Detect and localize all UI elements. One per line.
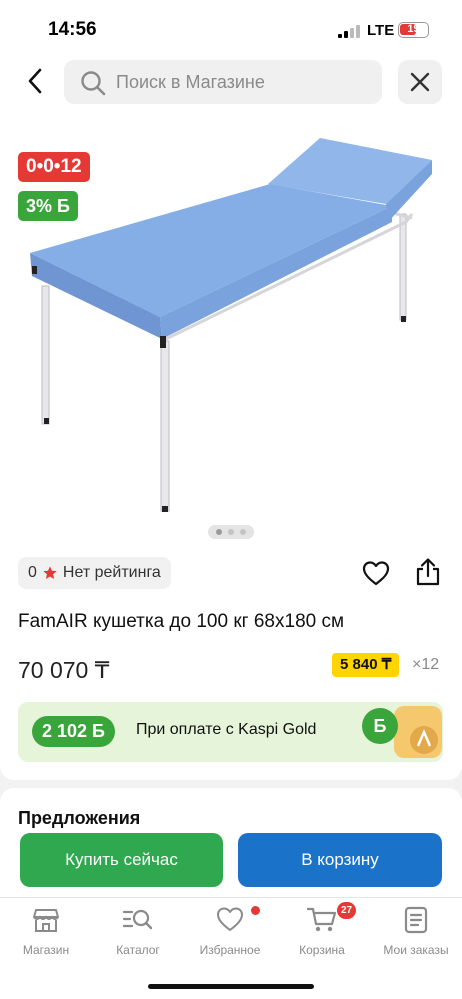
share-icon [416, 558, 440, 586]
star-icon [43, 566, 57, 579]
kaspi-gold-illustration [394, 706, 442, 758]
product-image[interactable] [20, 126, 440, 526]
add-to-cart-button[interactable]: В корзину [238, 833, 442, 887]
network-type: LTE [367, 22, 395, 39]
heart-icon [362, 561, 390, 586]
tab-label: Избранное [199, 943, 261, 957]
kaspi-gold-text: При оплате с Kaspi Gold [136, 721, 317, 738]
notification-dot [251, 906, 260, 915]
search-row [0, 56, 462, 116]
pager-dot [216, 529, 222, 535]
kaspi-bonus-amount: 2 102 Б [32, 716, 115, 747]
chevron-left-icon [28, 68, 42, 94]
rating-text: Нет рейтинга [62, 564, 161, 581]
battery-icon: 19 [398, 22, 429, 38]
offers-title: Предложения [18, 808, 141, 828]
product-card: 0•0•12 3% Б 0 Нет рейтинга FamAIR кушетк… [0, 116, 462, 780]
signal-icon [338, 24, 362, 38]
tab-label: Корзина [299, 943, 345, 957]
search-input[interactable] [116, 60, 372, 104]
store-icon [0, 906, 92, 936]
product-title: FamAIR кушетка до 100 кг 68x180 см [18, 611, 345, 632]
heart-icon [184, 906, 276, 936]
tab-label: Мои заказы [383, 943, 449, 957]
battery-level: 19 [407, 23, 420, 35]
product-price: 70 070 ₸ [18, 657, 110, 683]
search-box[interactable] [64, 60, 382, 104]
cart-icon: 27 [276, 902, 368, 936]
kaspi-bonus-logo: Б [362, 708, 398, 744]
cart-count-badge: 27 [337, 902, 357, 919]
tab-label: Каталог [116, 943, 160, 957]
kaspi-gold-banner[interactable]: 2 102 Б При оплате с Kaspi Gold Б [18, 702, 443, 762]
search-icon [81, 71, 106, 96]
monthly-count: ×12 [412, 656, 440, 673]
pager-dot [240, 529, 246, 535]
home-indicator [148, 984, 314, 989]
tab-cart[interactable]: 27 Корзина [276, 902, 368, 962]
status-time: 14:56 [48, 19, 97, 40]
tab-store[interactable]: Магазин [0, 906, 92, 962]
tab-my-orders[interactable]: Мои заказы [370, 906, 462, 962]
pager-dot [228, 529, 234, 535]
close-icon [410, 72, 430, 92]
rating-pill[interactable]: 0 Нет рейтинга [18, 557, 171, 589]
clear-search-button[interactable] [398, 60, 442, 104]
share-button[interactable] [414, 557, 442, 592]
back-button[interactable] [18, 64, 52, 98]
image-pager[interactable] [208, 525, 254, 539]
monthly-payment-badge[interactable]: 5 840 ₸ [332, 653, 400, 677]
tab-label: Магазин [22, 943, 70, 957]
buy-now-button[interactable]: Купить сейчас [20, 833, 223, 887]
rating-value: 0 [28, 564, 37, 581]
tab-favorites[interactable]: Избранное [184, 906, 276, 962]
tab-catalog[interactable]: Каталог [92, 906, 184, 962]
status-bar: 14:56 LTE 19 [0, 0, 462, 56]
catalog-search-icon [92, 906, 184, 936]
bonus-badge: 3% Б [18, 191, 78, 221]
orders-icon [370, 906, 462, 936]
installment-badge: 0•0•12 [18, 152, 90, 182]
favorite-button[interactable] [362, 560, 390, 591]
